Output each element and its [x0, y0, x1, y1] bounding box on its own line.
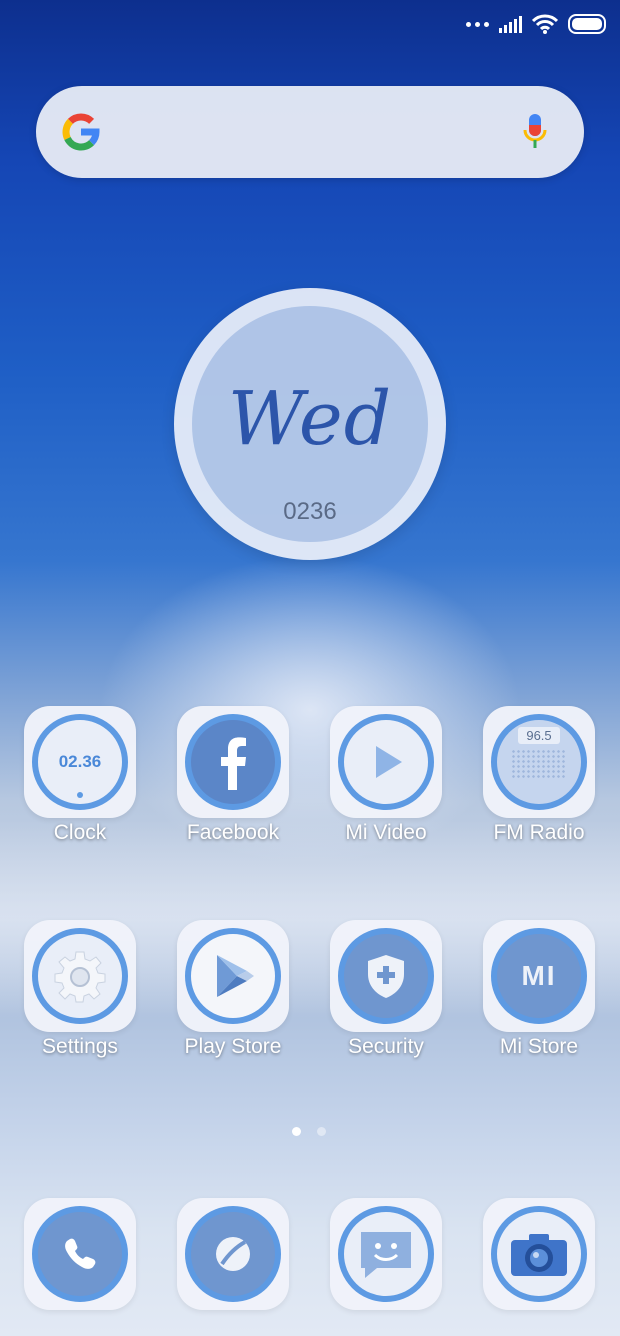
app-label: Mi Store: [499, 1035, 579, 1058]
mi-store-icon: MI: [491, 928, 587, 1024]
app-tile[interactable]: [330, 1198, 442, 1310]
app-label: Mi Video: [345, 821, 427, 844]
app-tile[interactable]: [330, 706, 442, 818]
app-security[interactable]: Security: [330, 920, 442, 1059]
app-label: Facebook: [186, 821, 280, 844]
camera-icon: [491, 1206, 587, 1302]
play-store-icon: [185, 928, 281, 1024]
clock-icon-time: 02.36: [58, 752, 102, 771]
dock-phone[interactable]: [24, 1198, 136, 1310]
browser-icon: [185, 1206, 281, 1302]
clock-widget[interactable]: Wed 0236: [174, 288, 446, 560]
app-clock[interactable]: 02.36 Clock: [24, 706, 136, 845]
app-label: FM Radio: [493, 821, 585, 844]
page-dot[interactable]: [317, 1127, 326, 1136]
more-dots-icon: [466, 21, 489, 27]
wifi-icon: [532, 14, 558, 34]
phone-icon: [32, 1206, 128, 1302]
app-facebook[interactable]: Facebook: [177, 706, 289, 845]
dock-browser[interactable]: [177, 1198, 289, 1310]
app-fm-radio[interactable]: 96.5 FM Radio: [483, 706, 595, 845]
app-tile[interactable]: 96.5: [483, 706, 595, 818]
clock-icon: 02.36: [32, 714, 128, 810]
gear-icon: [32, 928, 128, 1024]
mi-logo: MI: [521, 960, 557, 991]
battery-icon: [568, 14, 606, 34]
page-indicator[interactable]: [292, 1127, 326, 1136]
play-video-icon: [338, 714, 434, 810]
app-tile[interactable]: [24, 1198, 136, 1310]
signal-icon: [499, 15, 522, 33]
google-logo-icon: [62, 113, 100, 151]
app-settings[interactable]: Settings: [24, 920, 136, 1059]
app-label: Security: [348, 1035, 424, 1058]
messages-icon: [338, 1206, 434, 1302]
dock-camera[interactable]: [483, 1198, 595, 1310]
app-tile[interactable]: [24, 920, 136, 1032]
app-label: Play Store: [184, 1035, 282, 1058]
app-tile[interactable]: [177, 920, 289, 1032]
app-tile[interactable]: MI: [483, 920, 595, 1032]
app-tile[interactable]: [330, 920, 442, 1032]
app-tile[interactable]: 02.36: [24, 706, 136, 818]
app-tile[interactable]: [177, 706, 289, 818]
dock-messages[interactable]: [330, 1198, 442, 1310]
app-mi-store[interactable]: MI Mi Store: [483, 920, 595, 1059]
shield-icon: [338, 928, 434, 1024]
app-tile[interactable]: [483, 1198, 595, 1310]
facebook-icon: [185, 714, 281, 810]
app-label: Settings: [42, 1035, 118, 1058]
app-mi-video[interactable]: Mi Video: [330, 706, 442, 845]
clock-widget-face: Wed 0236: [192, 306, 428, 542]
status-bar: [466, 12, 606, 36]
mic-icon[interactable]: [522, 112, 548, 152]
app-label: Clock: [53, 821, 107, 844]
app-play-store[interactable]: Play Store: [177, 920, 289, 1059]
radio-icon: 96.5: [491, 714, 587, 810]
widget-time: 0236: [283, 498, 337, 525]
page-dot-active[interactable]: [292, 1127, 301, 1136]
app-tile[interactable]: [177, 1198, 289, 1310]
widget-day: Wed: [227, 376, 393, 462]
google-search-bar[interactable]: [36, 86, 584, 178]
radio-frequency: 96.5: [518, 727, 560, 744]
